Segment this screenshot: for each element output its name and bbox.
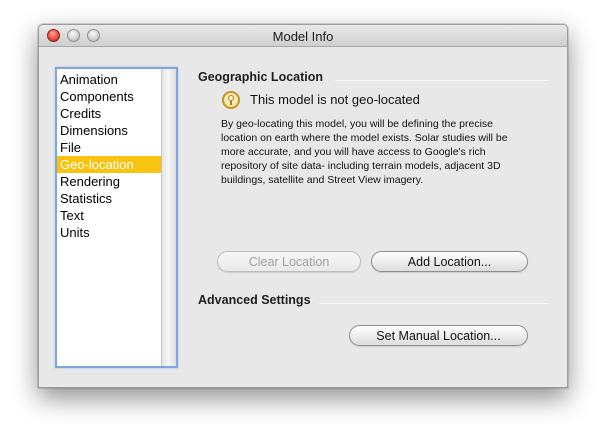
lightbulb-icon [222,91,240,109]
geographic-location-heading: Geographic Location [198,70,324,84]
sidebar-item-text[interactable]: Text [57,207,163,224]
set-manual-location-button[interactable]: Set Manual Location... [349,325,528,346]
model-info-window: Model Info Animation Components Credits Dim… [38,24,568,388]
sidebar-item-rendering[interactable]: Rendering [57,173,163,190]
sidebar-item-file[interactable]: File [57,139,163,156]
sidebar-item-units[interactable]: Units [57,224,163,241]
clear-location-button[interactable]: Clear Location [217,251,361,272]
sidebar-item-dimensions[interactable]: Dimensions [57,122,163,139]
category-list[interactable]: Animation Components Credits Dimensions File… [55,67,178,368]
advanced-section-divider [319,303,549,304]
sidebar-item-animation[interactable]: Animation [57,71,163,88]
geographic-section-divider [335,80,549,81]
add-location-button[interactable]: Add Location... [371,251,528,272]
sidebar-item-geo-location[interactable]: Geo-location [57,156,163,173]
advanced-settings-heading: Advanced Settings [198,293,311,307]
sidebar-item-credits[interactable]: Credits [57,105,163,122]
geo-description: By geo-locating this model, you will be … [221,118,508,186]
window-title: Model Info [272,29,334,44]
geo-status-text: This model is not geo-located [250,92,420,107]
sidebar-item-components[interactable]: Components [57,88,163,105]
sidebar-item-statistics[interactable]: Statistics [57,190,163,207]
title-bar[interactable]: Model Info [39,25,567,47]
category-list-items: Animation Components Credits Dimensions File… [57,71,163,241]
category-list-scrollbar[interactable] [161,69,176,366]
